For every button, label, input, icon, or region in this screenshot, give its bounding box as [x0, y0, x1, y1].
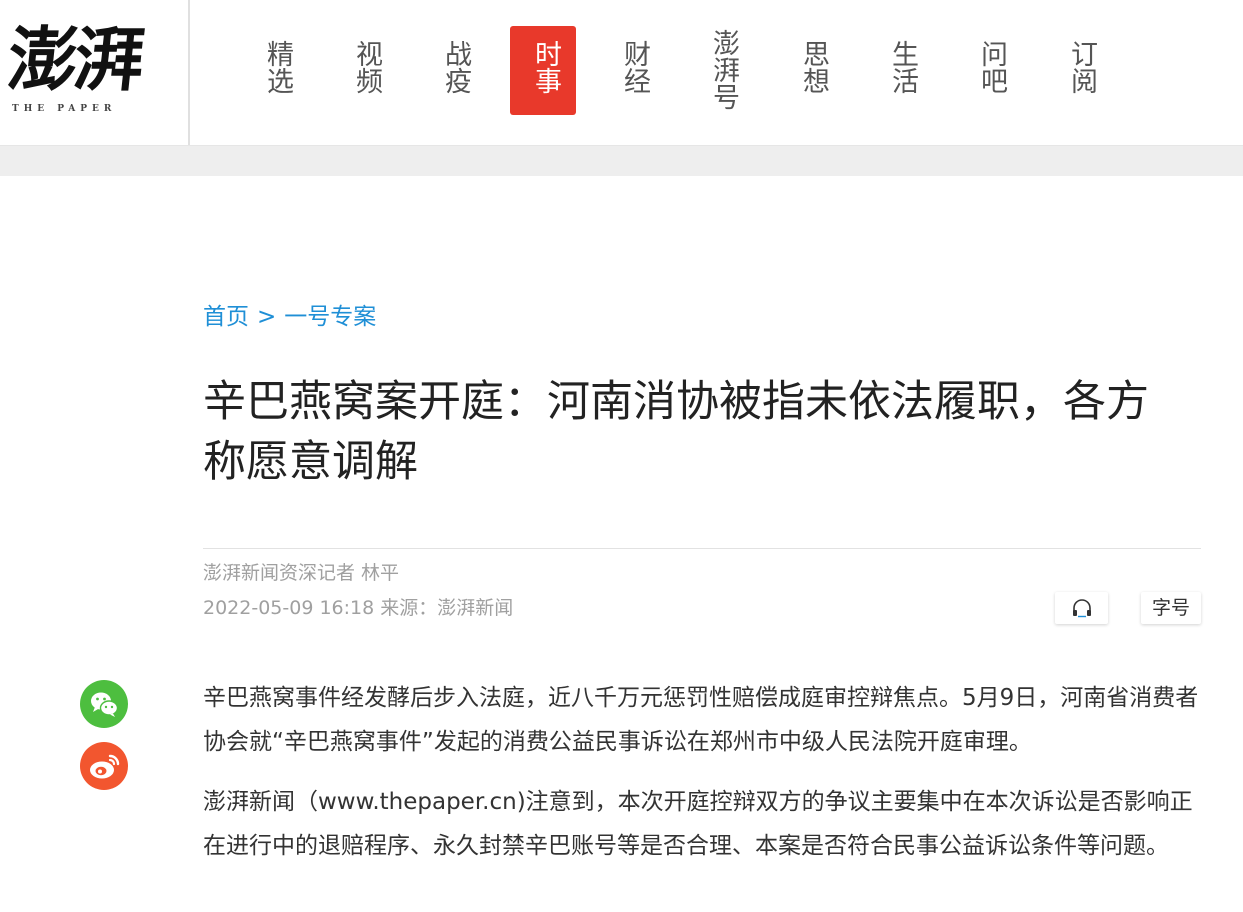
- article-byline: 澎湃新闻资深记者 林平: [203, 562, 400, 584]
- nav-item-shishi[interactable]: 时事: [510, 26, 576, 115]
- font-size-button[interactable]: 字号: [1141, 592, 1201, 624]
- article-paragraph: 辛巴燕窝事件经发酵后步入法庭，近八千万元惩罚性赔偿成庭审控辩焦点。5月9日，河南…: [203, 685, 1199, 755]
- title-divider: [203, 548, 1201, 549]
- share-weibo-button[interactable]: [80, 742, 128, 790]
- nav-label: 思想: [798, 40, 829, 94]
- header-spacer: [0, 146, 1243, 176]
- nav-item-pengpaihao[interactable]: 澎湃号: [688, 26, 754, 115]
- nav-item-sixiang[interactable]: 思想: [778, 26, 844, 115]
- nav-label: 精选: [262, 40, 293, 94]
- breadcrumb: 首页 > 一号专案: [203, 297, 376, 331]
- nav-label: 时事: [530, 40, 561, 94]
- wechat-icon: [91, 692, 119, 717]
- nav-item-wenba[interactable]: 问吧: [956, 26, 1022, 115]
- nav-item-zhanyi[interactable]: 战疫: [420, 26, 486, 115]
- article-container: 首页 > 一号专案 辛巴燕窝案开庭：河南消协被指未依法履职，各方称愿意调解 澎湃新闻…: [0, 176, 1243, 912]
- nav-item-shipin[interactable]: 视频: [331, 26, 397, 115]
- nav-label: 澎湃号: [708, 29, 739, 110]
- article-paragraph: 澎湃新闻（www.thepaper.cn)注意到，本次开庭控辩双方的争议主要集中…: [203, 789, 1193, 859]
- nav-item-shenghuo[interactable]: 生活: [867, 26, 933, 115]
- audio-button[interactable]: [1055, 592, 1108, 624]
- nav-item-caijing[interactable]: 财经: [599, 26, 665, 115]
- headphones-icon: [1073, 599, 1091, 618]
- nav-item-jingxuan[interactable]: 精选: [242, 26, 308, 115]
- site-header: 澎湃 THE PAPER 精选 视频 战疫 时事 财经 澎湃号 思想 生活 问吧: [0, 0, 1243, 146]
- article-dateline: 2022-05-09 16:18 来源：澎湃新闻: [203, 597, 514, 619]
- nav-label: 战疫: [440, 40, 471, 94]
- logo-text: 澎湃: [3, 18, 145, 101]
- logo-subtitle: THE PAPER: [12, 104, 117, 114]
- article-body: 辛巴燕窝事件经发酵后步入法庭，近八千万元惩罚性赔偿成庭审控辩焦点。5月9日，河南…: [203, 676, 1203, 884]
- nav-label: 生活: [887, 40, 918, 94]
- breadcrumb-separator: >: [257, 304, 277, 330]
- breadcrumb-section-link[interactable]: 一号专案: [284, 304, 376, 330]
- nav-label: 财经: [619, 40, 650, 94]
- weibo-icon: [90, 754, 120, 779]
- breadcrumb-home-link[interactable]: 首页: [203, 304, 249, 330]
- article-title: 辛巴燕窝案开庭：河南消协被指未依法履职，各方称愿意调解: [203, 377, 1149, 487]
- nav-item-dingyue[interactable]: 订阅: [1046, 26, 1112, 115]
- nav-label: 问吧: [976, 40, 1007, 94]
- nav-label: 视频: [351, 40, 382, 94]
- nav-label: 订阅: [1066, 40, 1097, 94]
- site-logo[interactable]: 澎湃 THE PAPER: [0, 0, 190, 145]
- share-wechat-button[interactable]: [80, 680, 128, 728]
